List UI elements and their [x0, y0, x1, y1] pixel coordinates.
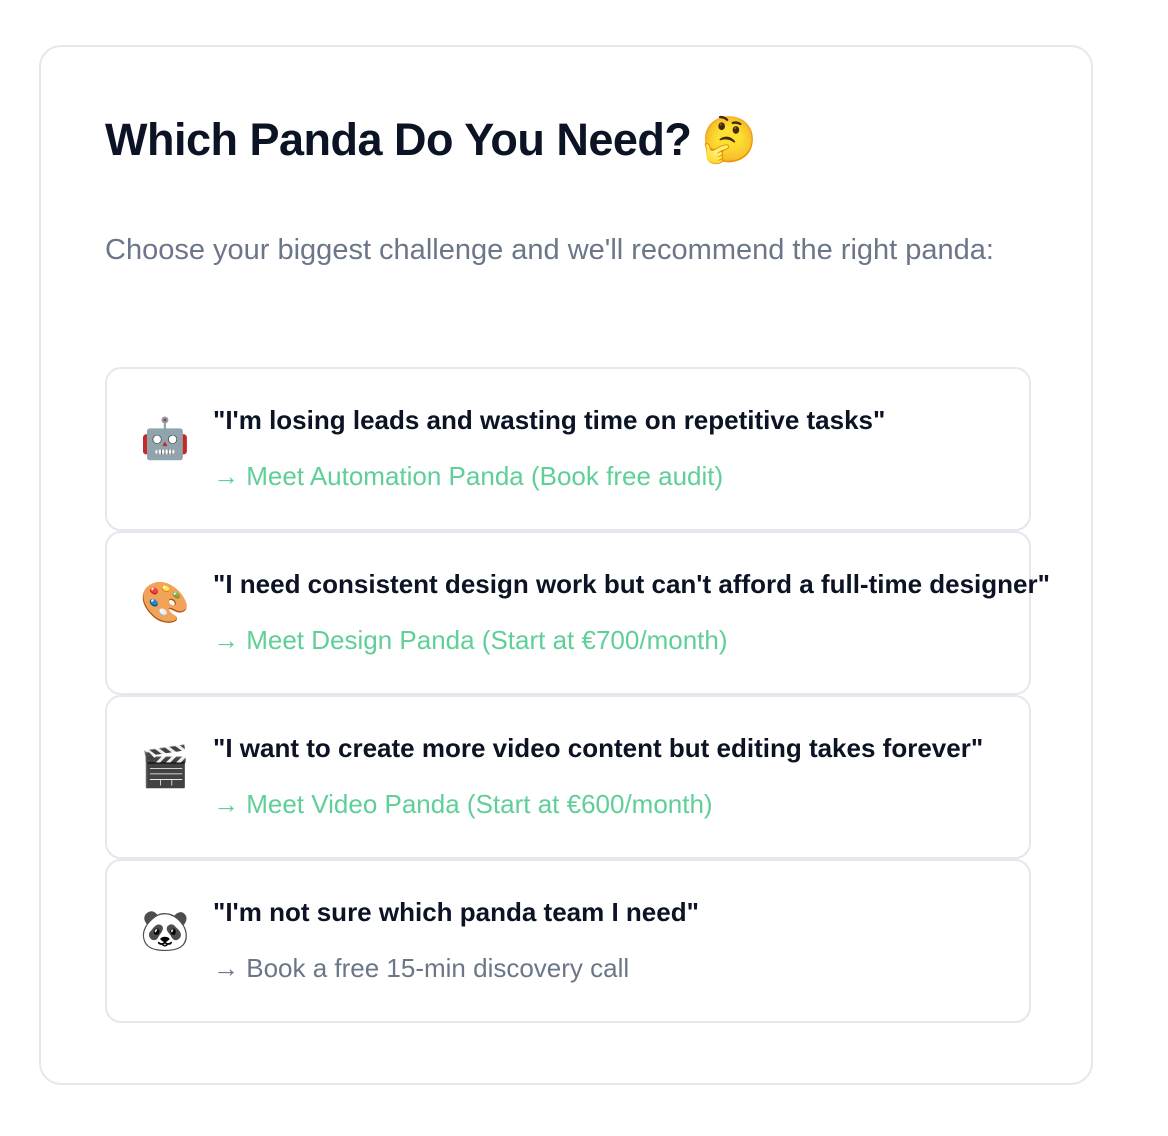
palette-icon: 🎨 — [140, 581, 190, 625]
option-discovery-call[interactable]: 🐼 "I'm not sure which panda team I need"… — [105, 859, 1031, 1023]
option-quote: "I want to create more video content but… — [213, 733, 984, 763]
option-cta-link[interactable]: → Meet Video Panda (Start at €600/month) — [213, 789, 713, 820]
panda-icon: 🐼 — [140, 909, 190, 953]
challenge-options-list: 🤖 "I'm losing leads and wasting time on … — [105, 367, 1050, 1023]
option-cta-link[interactable]: → Meet Automation Panda (Book free audit… — [213, 461, 723, 492]
subtitle: Choose your biggest challenge and we'll … — [105, 234, 994, 266]
clapper-board-icon: 🎬 — [140, 745, 190, 789]
option-cta-link[interactable]: → Book a free 15-min discovery call — [213, 953, 629, 984]
thinking-face-icon: 🤔 — [701, 114, 757, 165]
option-video-panda[interactable]: 🎬 "I want to create more video content b… — [105, 695, 1031, 859]
option-quote: "I'm losing leads and wasting time on re… — [213, 405, 886, 435]
title-text: Which Panda Do You Need? — [105, 114, 692, 165]
option-cta-link[interactable]: → Meet Design Panda (Start at €700/month… — [213, 625, 728, 656]
option-quote: "I need consistent design work but can't… — [213, 569, 1050, 599]
option-design-panda[interactable]: 🎨 "I need consistent design work but can… — [105, 531, 1050, 695]
option-automation-panda[interactable]: 🤖 "I'm losing leads and wasting time on … — [105, 367, 1031, 531]
panda-selector-card: Which Panda Do You Need? 🤔 Choose your bi… — [39, 45, 1093, 1085]
option-quote: "I'm not sure which panda team I need" — [213, 897, 699, 927]
page-title: Which Panda Do You Need? 🤔 — [105, 113, 757, 166]
robot-icon: 🤖 — [140, 417, 190, 461]
